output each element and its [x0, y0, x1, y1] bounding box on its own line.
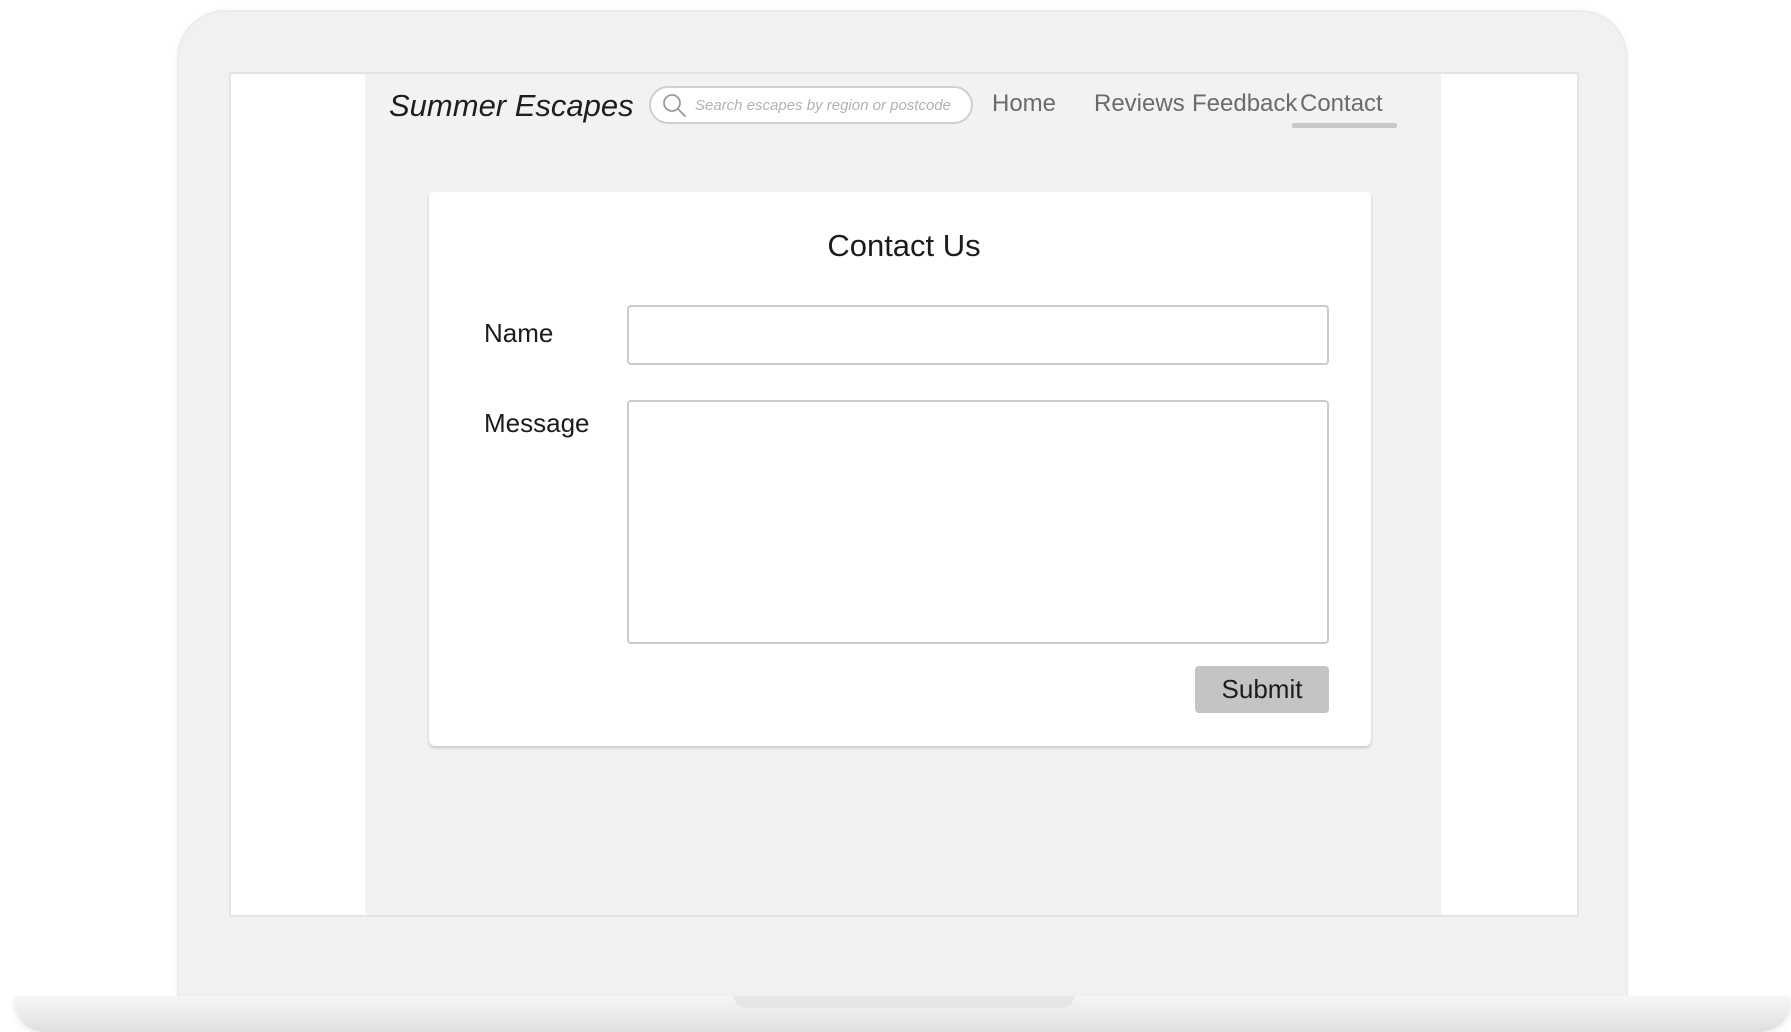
name-field[interactable]: [627, 305, 1329, 365]
web-page: Summer Escapes Home Reviews Feedback Con…: [365, 74, 1441, 915]
nav-contact[interactable]: Contact: [1300, 90, 1383, 118]
search-icon: [663, 94, 686, 117]
laptop-screen: Summer Escapes Home Reviews Feedback Con…: [231, 74, 1577, 915]
message-label: Message: [484, 408, 590, 438]
search-bar[interactable]: [649, 86, 973, 124]
nav-feedback[interactable]: Feedback: [1192, 90, 1297, 118]
page-title: Contact Us: [827, 228, 981, 263]
nav-home[interactable]: Home: [992, 90, 1056, 118]
submit-button[interactable]: Submit: [1195, 666, 1329, 713]
laptop-notch: [734, 996, 1074, 1008]
active-nav-underline: [1292, 123, 1397, 128]
nav-reviews[interactable]: Reviews: [1094, 90, 1185, 118]
site-brand[interactable]: Summer Escapes: [389, 88, 634, 124]
message-field[interactable]: [627, 400, 1329, 644]
contact-form-card: Contact Us Name Message Submit: [429, 192, 1371, 746]
search-input[interactable]: [687, 96, 965, 114]
name-label: Name: [484, 318, 554, 348]
laptop-mockup: Summer Escapes Home Reviews Feedback Con…: [0, 0, 1791, 1032]
